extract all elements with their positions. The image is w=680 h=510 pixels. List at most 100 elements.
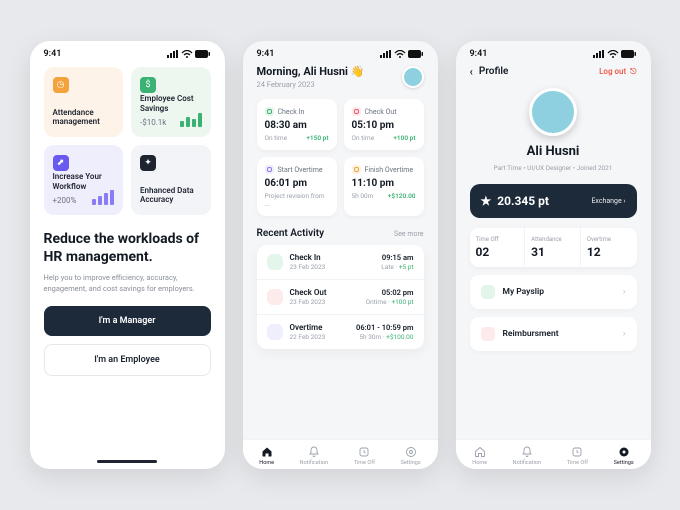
- tab-notification[interactable]: Notification: [300, 446, 328, 466]
- activity-title: Overtime: [290, 323, 350, 332]
- tab-time-off[interactable]: Time Off: [567, 446, 588, 466]
- card-check-out[interactable]: Check Out 05:10 pm On time +100 pt: [344, 99, 424, 150]
- link-reimbursement[interactable]: Reimbursment ›: [470, 317, 637, 351]
- dollar-icon: $: [140, 77, 156, 93]
- card-time: 05:10 pm: [352, 120, 416, 131]
- signal-icon: [167, 50, 179, 58]
- card-points: +150 pt: [306, 134, 328, 142]
- card-label: Check Out: [365, 108, 397, 116]
- overtime-icon: [267, 324, 283, 340]
- tab-label: Time Off: [354, 460, 375, 466]
- tab-bar: Home Notification Time Off Settings: [456, 439, 651, 469]
- employee-button[interactable]: I'm an Employee: [44, 344, 211, 376]
- payslip-icon: [481, 285, 495, 299]
- card-status: 5h 00m: [352, 192, 374, 200]
- tab-home[interactable]: Home: [259, 446, 274, 466]
- tab-settings[interactable]: Settings: [401, 446, 421, 466]
- feature-grid: ◷ Attendance management $ Employee Cost …: [44, 67, 211, 215]
- date-text: 24 February 2023: [257, 80, 365, 89]
- tile-accuracy[interactable]: ✦ Enhanced Data Accuracy: [131, 145, 211, 215]
- card-label: Start Overtime: [278, 166, 323, 174]
- activity-title: Check In: [290, 253, 375, 262]
- stat-time-off[interactable]: Time Off 02: [470, 228, 526, 267]
- clock-icon: [358, 446, 370, 458]
- home-icon: [261, 446, 273, 458]
- tile-label: Enhanced Data Accuracy: [140, 186, 202, 205]
- activity-time: 06:01 - 10:59 pm: [356, 323, 413, 332]
- activity-status: 5h 30m: [359, 333, 381, 341]
- bell-icon: [308, 446, 320, 458]
- activity-time: 09:15 am: [381, 253, 413, 262]
- activity-item[interactable]: Check Out23 Feb 2023 05:02 pmOntime · +1…: [257, 280, 424, 315]
- card-check-in[interactable]: Check In 08:30 am On time+150 pt: [257, 99, 337, 150]
- activity-time: 05:02 pm: [366, 288, 414, 297]
- tile-workflow[interactable]: ⬈ Increase Your Workflow +200%: [44, 145, 124, 215]
- logout-label: Log out: [599, 67, 626, 76]
- back-icon[interactable]: ‹: [470, 65, 473, 78]
- home-icon: [474, 446, 486, 458]
- profile-header: ‹ Profile Log out ⎋: [470, 65, 637, 78]
- tile-attendance[interactable]: ◷ Attendance management: [44, 67, 124, 137]
- tile-label: Increase Your Workflow: [53, 172, 115, 191]
- tab-settings[interactable]: Settings: [614, 446, 634, 466]
- stat-label: Attendance: [531, 236, 574, 243]
- chevron-right-icon: ›: [623, 287, 626, 297]
- greeting-text: Morning, Ali Husni 👋: [257, 65, 365, 78]
- gear-icon: [618, 446, 630, 458]
- stat-value: 02: [476, 245, 519, 259]
- attendance-icon: ◷: [53, 77, 69, 93]
- check-in-icon: [267, 254, 283, 270]
- logout-icon: ⎋: [630, 67, 636, 77]
- tab-bar: Home Notification Time Off Settings: [243, 439, 438, 469]
- bar-sparkline: [180, 113, 202, 127]
- tab-label: Home: [472, 460, 487, 466]
- status-indicators: [593, 50, 637, 58]
- stat-label: Time Off: [476, 236, 519, 243]
- status-bar: 9:41: [30, 41, 225, 61]
- tab-label: Notification: [300, 460, 328, 466]
- link-label: My Payslip: [503, 287, 544, 297]
- activity-item[interactable]: Overtime22 Feb 2023 06:01 - 10:59 pm5h 3…: [257, 315, 424, 349]
- tab-notification[interactable]: Notification: [513, 446, 541, 466]
- tab-time-off[interactable]: Time Off: [354, 446, 375, 466]
- chevron-right-icon: ›: [623, 329, 626, 339]
- tile-cost-savings[interactable]: $ Employee Cost Savings -$10.1k: [131, 67, 211, 137]
- status-time: 9:41: [470, 49, 488, 59]
- exchange-button[interactable]: Exchange ›: [591, 197, 625, 205]
- avatar[interactable]: [529, 88, 577, 136]
- avatar[interactable]: [402, 66, 424, 88]
- finish-overtime-icon: [352, 165, 361, 174]
- recent-activity-header: Recent Activity See more: [257, 228, 424, 239]
- activity-title: Check Out: [290, 288, 359, 297]
- logout-button[interactable]: Log out ⎋: [599, 67, 636, 77]
- activity-date: 23 Feb 2023: [290, 298, 359, 306]
- manager-button[interactable]: I'm a Manager: [44, 306, 211, 336]
- stat-value: 31: [531, 245, 574, 259]
- activity-points: +5 pt: [399, 263, 414, 271]
- screen-dashboard: 9:41 Morning, Ali Husni 👋 24 February 20…: [243, 41, 438, 469]
- see-more-link[interactable]: See more: [394, 230, 423, 238]
- activity-item[interactable]: Check In23 Feb 2023 09:15 amLate · +5 pt: [257, 245, 424, 280]
- bar-sparkline: [92, 190, 114, 205]
- card-points: +100 pt: [393, 134, 415, 142]
- tab-home[interactable]: Home: [472, 446, 487, 466]
- profile-body: ‹ Profile Log out ⎋ Ali Husni Part Time …: [456, 61, 651, 351]
- battery-icon: [408, 50, 424, 58]
- start-overtime-icon: [265, 165, 274, 174]
- status-indicators: [167, 50, 211, 58]
- stat-attendance[interactable]: Attendance 31: [525, 228, 581, 267]
- screen-profile: 9:41 ‹ Profile Log out ⎋ Ali Husni Part …: [456, 41, 651, 469]
- card-finish-overtime[interactable]: Finish Overtime 11:10 pm 5h 00m+$120.00: [344, 157, 424, 216]
- hero-title: Reduce the workloads of HR management.: [44, 231, 211, 266]
- link-my-payslip[interactable]: My Payslip ›: [470, 275, 637, 309]
- card-status: On time: [352, 134, 375, 142]
- tab-label: Notification: [513, 460, 541, 466]
- stats-row: Time Off 02 Attendance 31 Overtime12: [470, 228, 637, 267]
- card-start-overtime[interactable]: Start Overtime 06:01 pm Project revision…: [257, 157, 337, 216]
- wifi-icon: [607, 50, 619, 58]
- link-label: Reimbursment: [503, 329, 559, 339]
- stat-label: Overtime: [587, 236, 631, 243]
- bolt-icon: ✦: [140, 155, 156, 171]
- gear-icon: [405, 446, 417, 458]
- stat-overtime[interactable]: Overtime12: [581, 228, 637, 267]
